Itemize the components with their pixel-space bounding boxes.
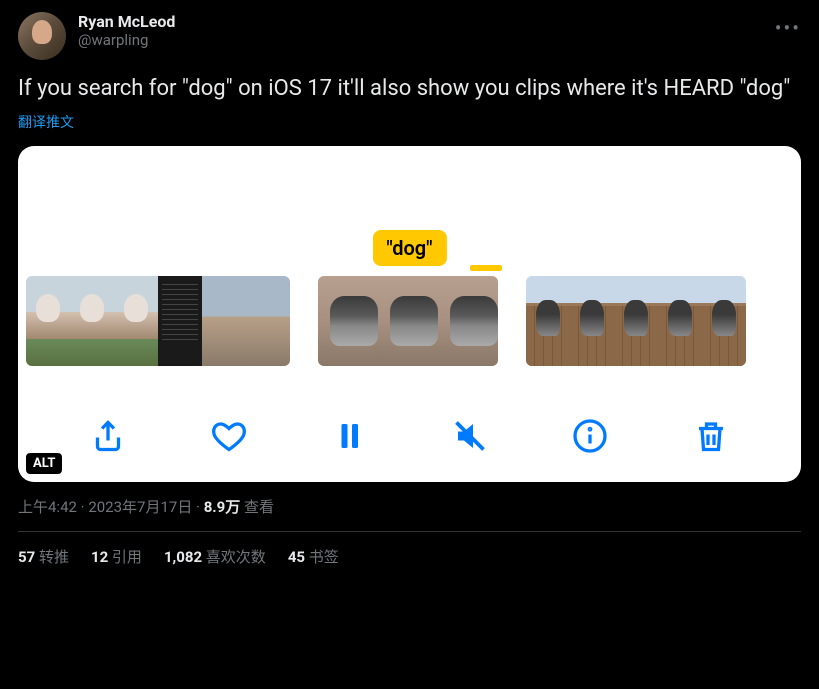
clip-group-2[interactable]	[318, 276, 498, 366]
timeline-marker	[470, 265, 502, 271]
thumbnail	[26, 276, 70, 366]
media-card[interactable]: "dog"	[18, 146, 801, 482]
heart-icon[interactable]	[211, 418, 247, 454]
retweets-count: 57	[18, 548, 35, 566]
media-toolbar	[18, 418, 801, 454]
thumbnail	[702, 276, 746, 366]
bookmarks-label: 书签	[309, 548, 339, 566]
divider	[18, 531, 801, 532]
thumbnail	[114, 276, 158, 366]
tweet-container: Ryan McLeod @warpling ••• If you search …	[0, 0, 819, 579]
likes-count: 1,082	[164, 548, 202, 566]
pause-icon[interactable]	[331, 418, 367, 454]
bookmarks-count: 45	[288, 548, 305, 566]
stats-row: 57 转推 12 引用 1,082 喜欢次数 45 书签	[18, 546, 801, 567]
post-date[interactable]: 2023年7月17日	[88, 498, 192, 516]
thumbnail	[378, 276, 438, 366]
more-icon[interactable]: •••	[775, 16, 801, 40]
info-icon[interactable]	[572, 418, 608, 454]
thumbnail	[438, 276, 498, 366]
post-time[interactable]: 上午4:42	[18, 498, 77, 516]
quotes-count: 12	[91, 548, 108, 566]
stat-likes[interactable]: 1,082 喜欢次数	[164, 546, 266, 567]
retweets-label: 转推	[39, 548, 69, 566]
thumbnail	[614, 276, 658, 366]
stat-bookmarks[interactable]: 45 书签	[288, 546, 339, 567]
views-label: 查看	[244, 498, 274, 516]
stat-retweets[interactable]: 57 转推	[18, 546, 69, 567]
author-block[interactable]: Ryan McLeod @warpling	[78, 12, 175, 49]
thumbnail	[318, 276, 378, 366]
display-name: Ryan McLeod	[78, 12, 175, 31]
tweet-header: Ryan McLeod @warpling •••	[18, 12, 801, 60]
share-icon[interactable]	[90, 418, 126, 454]
trash-icon[interactable]	[693, 418, 729, 454]
search-label-bubble: "dog"	[372, 230, 446, 266]
likes-label: 喜欢次数	[206, 548, 266, 566]
quotes-label: 引用	[112, 548, 142, 566]
thumbnail	[158, 276, 202, 366]
thumbnail	[70, 276, 114, 366]
clip-group-3[interactable]	[526, 276, 746, 366]
meta-line: 上午4:42 · 2023年7月17日 · 8.9万 查看	[18, 496, 801, 517]
alt-badge[interactable]: ALT	[26, 453, 62, 474]
video-timeline[interactable]	[18, 276, 801, 366]
thumbnail	[246, 276, 290, 366]
media-inner: "dog"	[18, 146, 801, 482]
mute-icon[interactable]	[452, 418, 488, 454]
avatar[interactable]	[18, 12, 66, 60]
stat-quotes[interactable]: 12 引用	[91, 546, 142, 567]
thumbnail	[526, 276, 570, 366]
clip-group-1[interactable]	[26, 276, 290, 366]
views-count: 8.9万	[204, 498, 241, 516]
tweet-text: If you search for "dog" on iOS 17 it'll …	[18, 74, 801, 104]
thumbnail	[202, 276, 246, 366]
thumbnail	[658, 276, 702, 366]
thumbnail	[570, 276, 614, 366]
handle: @warpling	[78, 31, 175, 49]
translate-link[interactable]: 翻译推文	[18, 112, 801, 132]
